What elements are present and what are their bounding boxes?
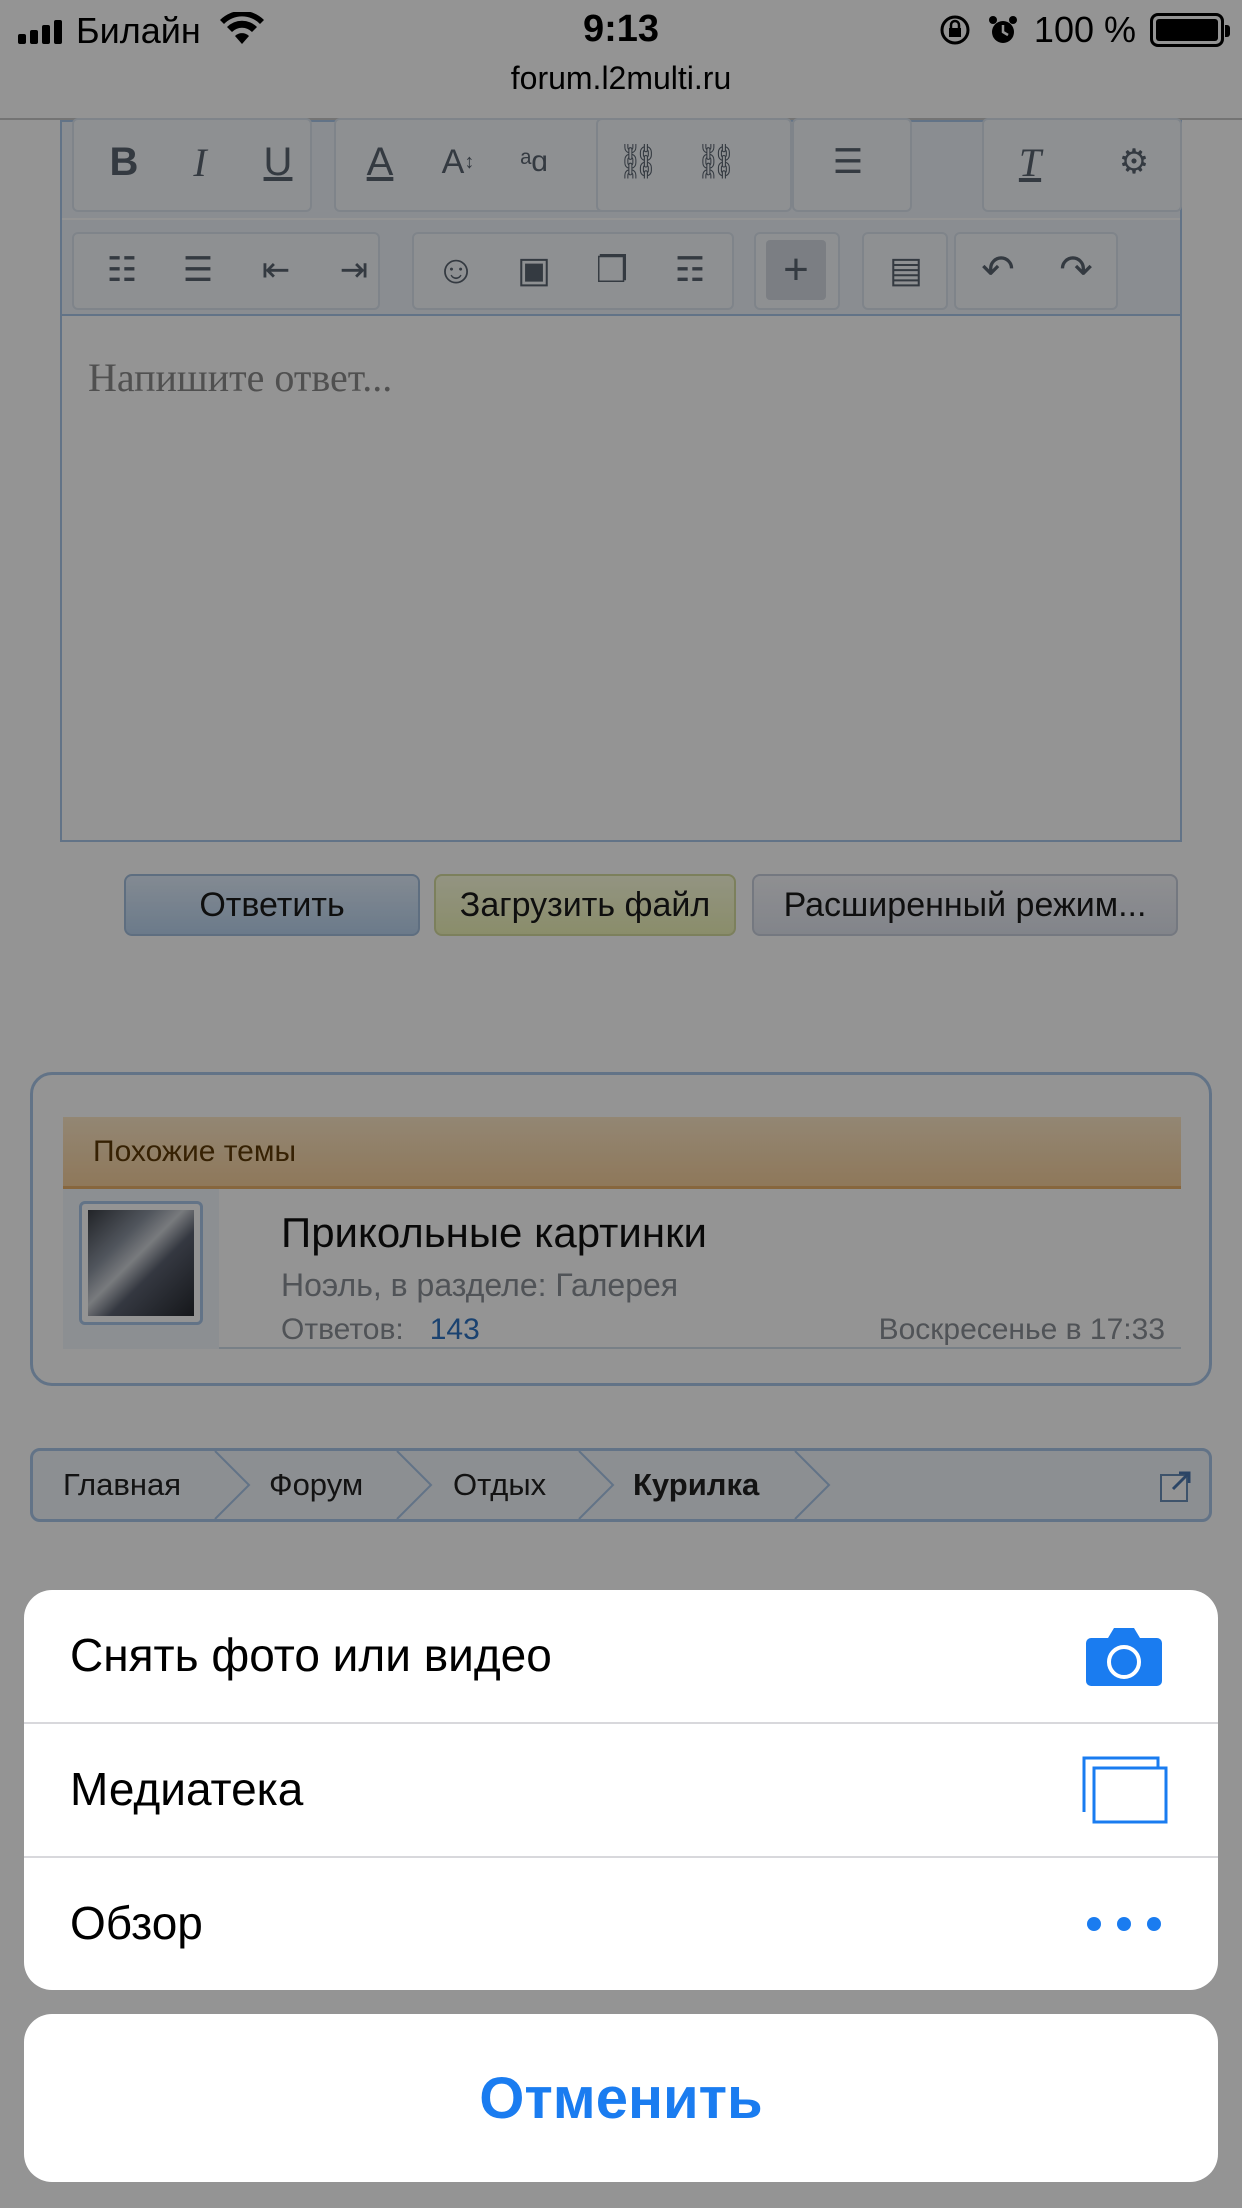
browse-label: Обзор: [70, 1897, 203, 1949]
photo-library-icon: [1082, 1756, 1168, 1824]
browse-option[interactable]: Обзор: [24, 1858, 1218, 1990]
take-photo-label: Снять фото или видео: [70, 1629, 552, 1681]
cancel-button[interactable]: Отменить: [24, 2014, 1218, 2182]
photo-library-label: Медиатека: [70, 1763, 304, 1815]
camera-icon: [1086, 1628, 1162, 1686]
more-icon: [1087, 1917, 1161, 1931]
take-photo-option[interactable]: Снять фото или видео: [24, 1590, 1218, 1722]
photo-library-option[interactable]: Медиатека: [24, 1724, 1218, 1856]
file-source-action-sheet: Снять фото или видео Медиатека Обзор: [24, 1590, 1218, 1990]
